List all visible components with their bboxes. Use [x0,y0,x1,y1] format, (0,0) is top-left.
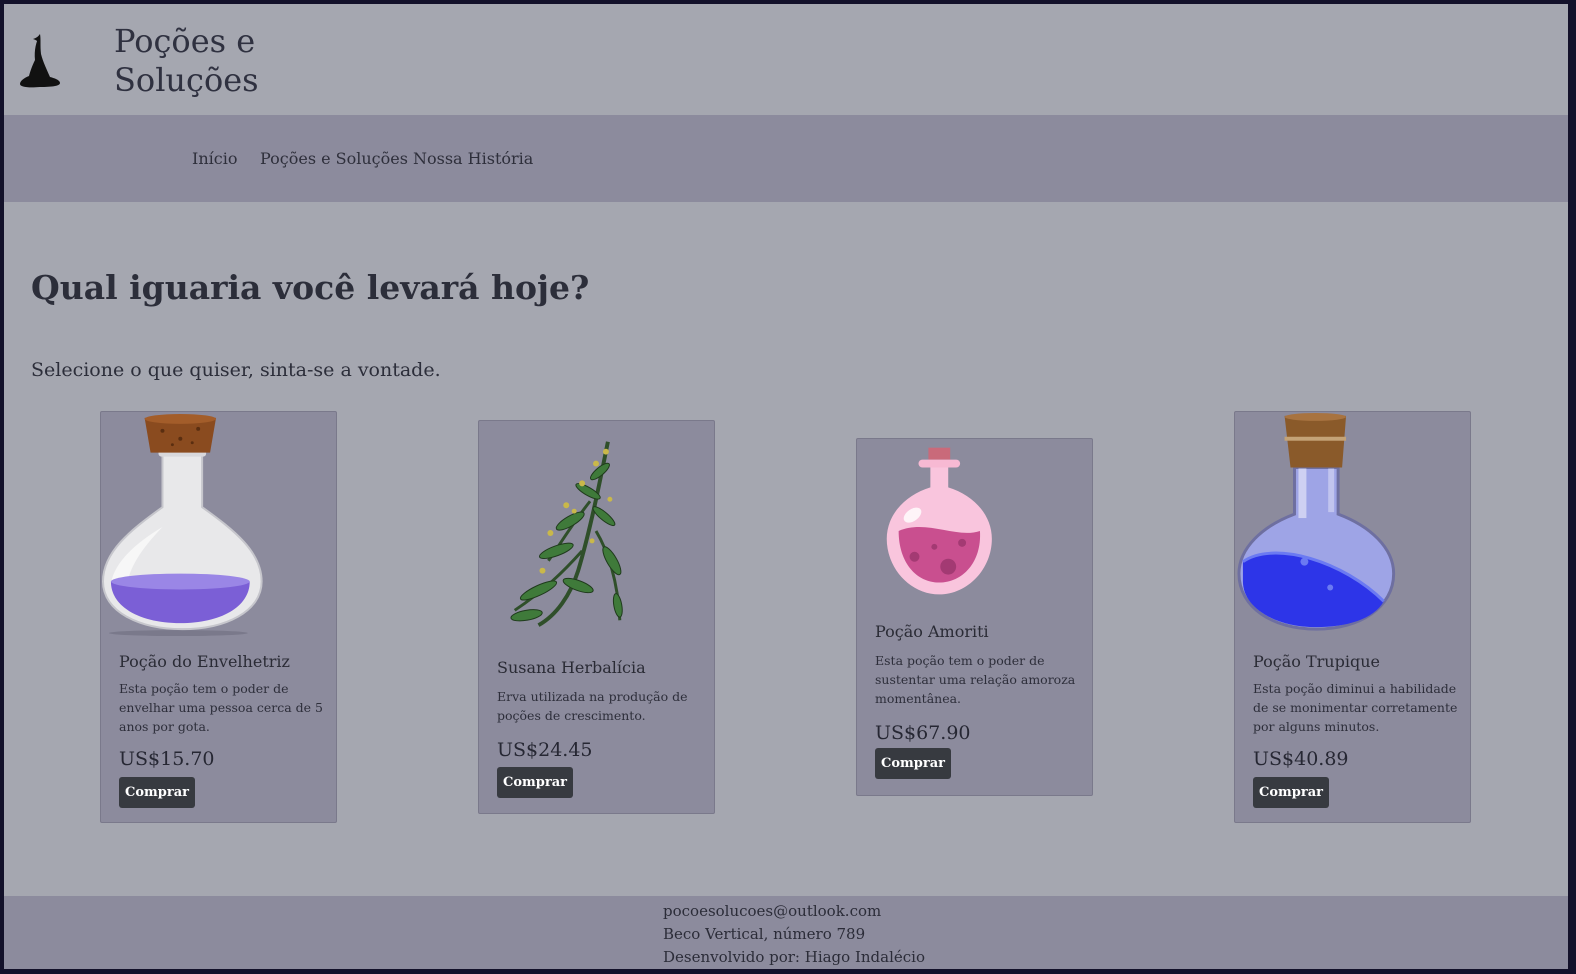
product-description: Esta poção tem o poder de envelhar uma p… [119,681,323,734]
nav-link-pocoes-e-solucoes[interactable]: Poções e Soluções [260,149,408,168]
main-nav: Início Poções e Soluções Nossa História [4,115,1568,202]
product-price: US$15.70 [119,748,215,770]
product-card: Poção Trupique Esta poção diminui a habi… [1234,411,1471,823]
nav-link-inicio[interactable]: Início [192,149,237,168]
site-brand[interactable]: Poções e Soluções [114,22,259,100]
blue-potion-flask-icon [1237,412,1396,631]
footer-address: Beco Vertical, número 789 [663,925,866,943]
site-header: Poções e Soluções [4,4,1568,115]
product-description: Esta poção tem o poder de sustentar uma … [875,653,1076,706]
purple-potion-flask-icon [101,413,263,637]
pink-potion-bottle-icon [886,447,992,595]
buy-button[interactable]: Comprar [119,777,195,808]
product-title: Poção do Envelhetriz [119,652,290,671]
herb-plant-icon [510,441,623,627]
witch-hat-icon[interactable] [16,32,62,90]
footer-credit: Desenvolvido por: Hiago Indalécio [663,948,925,966]
product-price: US$67.90 [875,722,971,744]
nav-link-nossa-historia[interactable]: Nossa História [413,149,533,168]
buy-button[interactable]: Comprar [1253,777,1329,808]
product-title: Poção Trupique [1253,652,1380,671]
product-title: Susana Herbalícia [497,658,646,677]
product-description: Esta poção diminui a habilidade de se mo… [1253,681,1458,734]
site-footer: pocoesolucoes@outlook.com Beco Vertical,… [4,896,1568,969]
product-price: US$40.89 [1253,748,1349,770]
footer-email: pocoesolucoes@outlook.com [663,902,882,920]
product-card: Poção Amoriti Esta poção tem o poder de … [856,438,1093,796]
page-title: Qual iguaria você levará hoje? [31,268,590,307]
buy-button[interactable]: Comprar [875,748,951,779]
product-description: Erva utilizada na produção de poções de … [497,689,688,723]
product-card: Susana Herbalícia Erva utilizada na prod… [478,420,715,814]
buy-button[interactable]: Comprar [497,767,573,798]
product-price: US$24.45 [497,739,593,761]
product-card: Poção do Envelhetriz Esta poção tem o po… [100,411,337,823]
product-title: Poção Amoriti [875,622,989,641]
page-subtitle: Selecione o que quiser, sinta-se a vonta… [31,359,441,381]
page: Poções e Soluções Início Poções e Soluçõ… [4,4,1568,969]
